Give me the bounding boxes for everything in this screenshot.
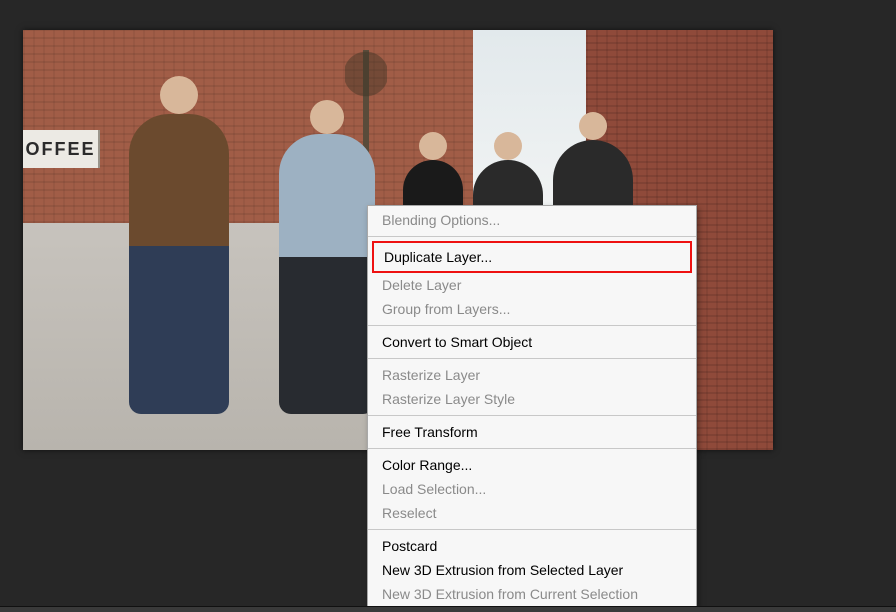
menu-delete-layer[interactable]: Delete Layer [368, 273, 696, 297]
menu-separator [368, 325, 696, 326]
menu-reselect[interactable]: Reselect [368, 501, 696, 525]
menu-new-3d-extrusion-current-selection[interactable]: New 3D Extrusion from Current Selection [368, 582, 696, 606]
menu-separator [368, 529, 696, 530]
menu-free-transform[interactable]: Free Transform [368, 420, 696, 444]
menu-new-3d-extrusion-selected-layer[interactable]: New 3D Extrusion from Selected Layer [368, 558, 696, 582]
menu-postcard[interactable]: Postcard [368, 534, 696, 558]
menu-rasterize-layer-style[interactable]: Rasterize Layer Style [368, 387, 696, 411]
menu-group-from-layers[interactable]: Group from Layers... [368, 297, 696, 321]
photo-person-2 [279, 134, 375, 414]
menu-blending-options[interactable]: Blending Options... [368, 208, 696, 232]
menu-load-selection[interactable]: Load Selection... [368, 477, 696, 501]
menu-separator [368, 358, 696, 359]
menu-highlight-box: Duplicate Layer... [372, 241, 692, 273]
menu-duplicate-layer[interactable]: Duplicate Layer... [384, 245, 680, 269]
photo-coffee-sign: OFFEE [23, 130, 100, 168]
status-bar [0, 606, 896, 612]
menu-separator [368, 448, 696, 449]
menu-convert-smart-object[interactable]: Convert to Smart Object [368, 330, 696, 354]
photo-person-1 [129, 114, 229, 414]
layer-context-menu: Blending Options... Duplicate Layer... D… [367, 205, 697, 609]
menu-rasterize-layer[interactable]: Rasterize Layer [368, 363, 696, 387]
menu-separator [368, 236, 696, 237]
menu-separator [368, 415, 696, 416]
menu-color-range[interactable]: Color Range... [368, 453, 696, 477]
